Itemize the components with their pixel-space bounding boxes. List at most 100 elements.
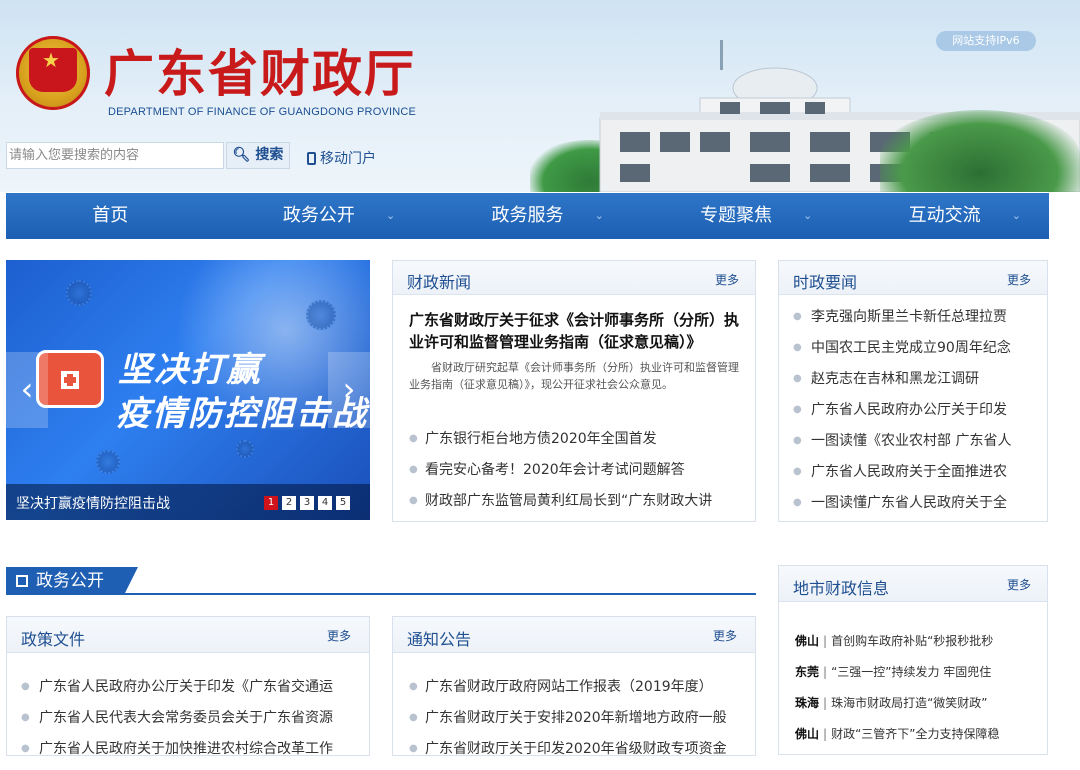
list-item[interactable]: ● 广东省财政厅关于印发2020年省级财政专项资金 (409, 739, 749, 770)
bullet-icon: ● (793, 373, 802, 384)
list-item[interactable]: ● 广东省财政厅政府网站工作报表（2019年度） (409, 677, 749, 708)
panel-header: 政策文件 更多 (7, 617, 369, 653)
list-item[interactable]: ● 看完安心备考！2020年会计考试问题解答 (409, 460, 743, 491)
bullet-icon: ● (409, 495, 418, 506)
list-item-text: 赵克志在吉林和黑龙江调研 (811, 371, 979, 387)
list-item[interactable]: ● 广东省人民政府办公厅关于印发《广东省交通运 (21, 677, 361, 708)
chevron-down-icon: ⌄ (385, 209, 396, 222)
list-item[interactable]: ● 广东省财政厅关于安排2020年新增地方政府一般 (409, 708, 749, 739)
panel-header: 时政要闻 更多 (779, 261, 1047, 295)
more-link[interactable]: 更多 (713, 627, 737, 644)
slider-next-button[interactable]: › (328, 352, 370, 428)
list-item[interactable]: ● 广东省人民政府办公厅关于印发 (793, 400, 1039, 431)
city-name: 佛山 (795, 727, 820, 741)
nav-item-label: 政务公开 (282, 205, 355, 226)
finance-news-panel: 财政新闻 更多 广东省财政厅关于征求《会计师事务所（分所）执业许可和监督管理业务… (392, 260, 756, 522)
nav-item-gov-services[interactable]: 政务服务 ⌄ (423, 193, 632, 239)
more-link[interactable]: 更多 (1007, 271, 1031, 288)
list-item-text: 看完安心备考！2020年会计考试问题解答 (425, 462, 685, 478)
search-input[interactable]: 请输入您要搜索的内容 (6, 142, 224, 169)
nav-item-interaction[interactable]: 互动交流 ⌄ (840, 193, 1049, 239)
notices-list: ● 广东省财政厅政府网站工作报表（2019年度） ● 广东省财政厅关于安排2020年… (409, 677, 749, 770)
list-item[interactable]: ● 赵克志在吉林和黑龙江调研 (793, 369, 1039, 400)
bullet-icon: ● (793, 342, 802, 353)
list-item[interactable]: ● 广东银行柜台地方债2020年全国首发 (409, 429, 743, 460)
list-item[interactable]: 佛山 | 首创购车政府补贴“秒报秒批秒 (795, 626, 1043, 657)
list-item-text: 广东省人民政府关于加快推进农村综合改革工作 (39, 741, 333, 757)
virus-icon (96, 450, 120, 474)
list-item[interactable]: ● 广东省人民政府关于加快推进农村综合改革工作 (21, 739, 361, 770)
list-item[interactable]: 东莞 | “三强一控”持续发力 牢固兜住 (795, 657, 1043, 688)
ipv6-badge: 网站支持IPv6 (936, 31, 1036, 51)
separator: | (823, 696, 828, 710)
nav-item-gov-affairs[interactable]: 政务公开 ⌄ (215, 193, 424, 239)
bullet-icon: ● (409, 681, 418, 692)
section-title: 政务公开 (36, 571, 104, 591)
panel-header: 通知公告 更多 (393, 617, 755, 653)
list-item-text: “三强一控”持续发力 牢固兜住 (831, 665, 992, 679)
nav-item-home[interactable]: 首页 (6, 193, 215, 239)
slider-page-4[interactable]: 4 (318, 496, 332, 510)
section-tab[interactable]: 政务公开 (6, 567, 138, 595)
site-title[interactable]: 广东省财政厅 (104, 34, 416, 106)
chevron-down-icon: ⌄ (803, 209, 813, 222)
virus-icon (66, 280, 92, 306)
banner-slider[interactable]: 坚决打赢 疫情防控阻击战 ‹ › 坚决打赢疫情防控阻击战 1 2 3 4 5 (6, 260, 370, 520)
document-icon (16, 575, 28, 587)
list-item[interactable]: ● 中国农工民主党成立90周年纪念 (793, 338, 1039, 369)
policy-docs-list: ● 广东省人民政府办公厅关于印发《广东省交通运 ● 广东省人民代表大会常务委员会关于… (21, 677, 361, 770)
list-item-text: 李克强向斯里兰卡新任总理拉贾 (811, 309, 1007, 325)
list-item-text: 广东省财政厅政府网站工作报表（2019年度） (425, 679, 713, 695)
nav-item-label: 专题聚焦 (700, 205, 773, 226)
slider-pagination: 1 2 3 4 5 (264, 496, 350, 510)
more-link[interactable]: 更多 (715, 271, 739, 288)
list-item[interactable]: 珠海 | 珠海市财政局打造“微笑财政” (795, 688, 1043, 719)
search-icon: 🔍︎ (232, 147, 251, 163)
nav-item-label: 政务服务 (491, 205, 564, 226)
list-item[interactable]: 佛山 | 财政“三管齐下”全力支持保障稳 (795, 719, 1043, 750)
list-item[interactable]: ● 广东省人民代表大会常务委员会关于广东省资源 (21, 708, 361, 739)
policy-docs-panel: 政策文件 更多 ● 广东省人民政府办公厅关于印发《广东省交通运 ● 广东省人民代表大… (6, 616, 370, 757)
policy-news-title[interactable]: 时政要闻 (793, 269, 857, 293)
banner-caption[interactable]: 坚决打赢疫情防控阻击战 (16, 493, 170, 513)
panel-header: 财政新闻 更多 (393, 261, 755, 295)
news-headline[interactable]: 广东省财政厅关于征求《会计师事务所（分所）执业许可和监督管理业务指南（征求意见稿… (409, 309, 739, 353)
slider-page-2[interactable]: 2 (282, 496, 296, 510)
slider-page-1[interactable]: 1 (264, 496, 278, 510)
list-item-text: 广东省财政厅关于安排2020年新增地方政府一般 (425, 710, 727, 726)
list-item[interactable]: ● 广东省人民政府关于全面推进农 (793, 462, 1039, 493)
list-item[interactable]: ● 财政部广东监管局黄利红局长到“广东财政大讲 (409, 491, 743, 522)
list-item[interactable]: ● 李克强向斯里兰卡新任总理拉贾 (793, 307, 1039, 338)
slider-prev-button[interactable]: ‹ (6, 352, 48, 428)
slider-page-3[interactable]: 3 (300, 496, 314, 510)
list-item[interactable]: ● 一图读懂《农业农村部 广东省人 (793, 431, 1039, 462)
list-item[interactable]: ● 一图读懂广东省人民政府关于全 (793, 493, 1039, 524)
city-name: 东莞 (795, 665, 820, 679)
city-finance-panel: 地市财政信息 更多 佛山 | 首创购车政府补贴“秒报秒批秒 东莞 | “三强一控”持续发… (778, 565, 1048, 755)
city-finance-title[interactable]: 地市财政信息 (793, 575, 889, 599)
nav-item-topics[interactable]: 专题聚焦 ⌄ (632, 193, 841, 239)
site-header: ★ 广东省财政厅 DEPARTMENT OF FINANCE OF GUANGD… (0, 0, 1080, 192)
mobile-portal-link[interactable]: 移动门户 (307, 148, 376, 168)
more-link[interactable]: 更多 (1007, 576, 1031, 593)
city-name: 珠海 (795, 696, 820, 710)
separator: | (823, 665, 828, 679)
mobile-portal-label: 移动门户 (320, 151, 376, 167)
list-item-text: 广东省财政厅关于印发2020年省级财政专项资金 (425, 741, 727, 757)
search-button[interactable]: 🔍︎ 搜索 (226, 142, 290, 169)
list-item-text: 首创购车政府补贴“秒报秒批秒 (831, 634, 994, 648)
bullet-icon: ● (793, 311, 802, 322)
list-item-text: 一图读懂《农业农村部 广东省人 (811, 433, 1012, 449)
policy-docs-title[interactable]: 政策文件 (21, 626, 85, 650)
finance-news-title[interactable]: 财政新闻 (407, 269, 471, 293)
more-link[interactable]: 更多 (327, 627, 351, 644)
notices-title[interactable]: 通知公告 (407, 626, 471, 650)
bullet-icon: ● (21, 681, 30, 692)
list-item-text: 广东银行柜台地方债2020年全国首发 (425, 431, 657, 447)
banner-headline-1: 坚决打赢 (118, 350, 262, 390)
main-nav: 首页 政务公开 ⌄ 政务服务 ⌄ 专题聚焦 ⌄ 互动交流 ⌄ (6, 193, 1049, 239)
news-summary: 省财政厅研究起草《会计师事务所（分所）执业许可和监督管理业务指南（征求意见稿）》… (409, 361, 739, 391)
list-item-text: 财政部广东监管局黄利红局长到“广东财政大讲 (425, 493, 713, 509)
slider-page-5[interactable]: 5 (336, 496, 350, 510)
separator: | (823, 634, 828, 648)
